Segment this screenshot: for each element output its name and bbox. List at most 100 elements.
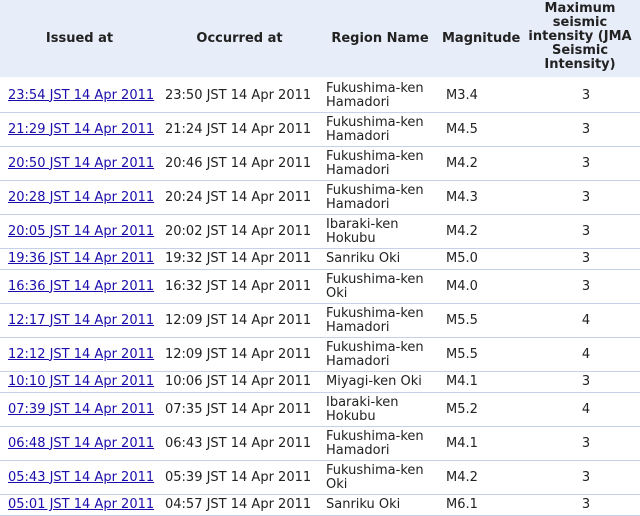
table-row: 20:28 JST 14 Apr 2011 20:24 JST 14 Apr 20… [0,180,640,215]
region-name-cell: Fukushima-ken Hamadori [320,303,440,338]
occurred-at-cell: 21:24 JST 14 Apr 2011 [159,112,320,147]
table-body: 23:54 JST 14 Apr 2011 23:50 JST 14 Apr 20… [0,78,640,516]
magnitude-cell: M4.3 [440,180,520,215]
table-row: 05:43 JST 14 Apr 2011 05:39 JST 14 Apr 20… [0,460,640,495]
magnitude-cell: M5.2 [440,392,520,427]
table-row: 23:54 JST 14 Apr 2011 23:50 JST 14 Apr 20… [0,78,640,113]
max-intensity-cell: 3 [520,269,640,304]
occurred-at-cell: 23:50 JST 14 Apr 2011 [159,78,320,113]
region-name-cell: Sanriku Oki [320,248,440,270]
region-name-cell: Fukushima-ken Oki [320,269,440,304]
region-name-cell: Miyagi-ken Oki [320,371,440,393]
occurred-at-cell: 12:09 JST 14 Apr 2011 [159,303,320,338]
region-name-cell: Fukushima-ken Hamadori [320,78,440,113]
occurred-at-cell: 16:32 JST 14 Apr 2011 [159,269,320,304]
occurred-at-cell: 20:02 JST 14 Apr 2011 [159,214,320,249]
region-name-cell: Fukushima-ken Hamadori [320,112,440,147]
max-intensity-cell: 3 [520,112,640,147]
header-issued-at: Issued at [0,0,159,79]
region-name-cell: Sanriku Oki [320,494,440,516]
table-row: 12:17 JST 14 Apr 2011 12:09 JST 14 Apr 20… [0,303,640,338]
magnitude-cell: M4.2 [440,146,520,181]
issued-at-link[interactable]: 16:36 JST 14 Apr 2011 [8,279,154,294]
occurred-at-cell: 05:39 JST 14 Apr 2011 [159,460,320,495]
issued-at-link[interactable]: 20:50 JST 14 Apr 2011 [8,156,154,171]
max-intensity-cell: 3 [520,214,640,249]
max-intensity-cell: 3 [520,426,640,461]
issued-at-cell: 16:36 JST 14 Apr 2011 [0,269,159,304]
magnitude-cell: M5.0 [440,248,520,270]
issued-at-cell: 23:54 JST 14 Apr 2011 [0,78,159,113]
table-header: Issued at Occurred at Region Name Magnit… [0,0,640,79]
issued-at-link[interactable]: 07:39 JST 14 Apr 2011 [8,402,154,417]
table-row: 20:05 JST 14 Apr 2011 20:02 JST 14 Apr 20… [0,214,640,249]
max-intensity-cell: 3 [520,78,640,113]
magnitude-cell: M4.1 [440,426,520,461]
occurred-at-cell: 20:46 JST 14 Apr 2011 [159,146,320,181]
region-name-cell: Fukushima-ken Hamadori [320,426,440,461]
header-max-intensity: Maximum seismic intensity (JMA Seismic I… [520,0,640,79]
region-name-cell: Fukushima-ken Hamadori [320,337,440,372]
max-intensity-cell: 3 [520,460,640,495]
issued-at-cell: 10:10 JST 14 Apr 2011 [0,371,159,393]
header-region-name: Region Name [320,0,440,79]
issued-at-link[interactable]: 12:17 JST 14 Apr 2011 [8,313,154,328]
issued-at-link[interactable]: 05:01 JST 14 Apr 2011 [8,497,154,512]
issued-at-cell: 05:43 JST 14 Apr 2011 [0,460,159,495]
magnitude-cell: M4.1 [440,371,520,393]
table-row: 05:01 JST 14 Apr 2011 04:57 JST 14 Apr 20… [0,494,640,516]
magnitude-cell: M4.2 [440,214,520,249]
header-occurred-at: Occurred at [159,0,320,79]
header-row: Issued at Occurred at Region Name Magnit… [0,0,640,79]
region-name-cell: Ibaraki-ken Hokubu [320,392,440,427]
occurred-at-cell: 07:35 JST 14 Apr 2011 [159,392,320,427]
max-intensity-cell: 3 [520,248,640,270]
max-intensity-cell: 3 [520,146,640,181]
magnitude-cell: M4.0 [440,269,520,304]
max-intensity-cell: 3 [520,180,640,215]
table-row: 19:36 JST 14 Apr 2011 19:32 JST 14 Apr 20… [0,248,640,270]
occurred-at-cell: 19:32 JST 14 Apr 2011 [159,248,320,270]
magnitude-cell: M3.4 [440,78,520,113]
earthquake-table: Issued at Occurred at Region Name Magnit… [0,0,640,516]
region-name-cell: Ibaraki-ken Hokubu [320,214,440,249]
table-row: 06:48 JST 14 Apr 2011 06:43 JST 14 Apr 20… [0,426,640,461]
occurred-at-cell: 06:43 JST 14 Apr 2011 [159,426,320,461]
issued-at-link[interactable]: 20:28 JST 14 Apr 2011 [8,190,154,205]
issued-at-cell: 06:48 JST 14 Apr 2011 [0,426,159,461]
region-name-cell: Fukushima-ken Hamadori [320,180,440,215]
occurred-at-cell: 10:06 JST 14 Apr 2011 [159,371,320,393]
occurred-at-cell: 20:24 JST 14 Apr 2011 [159,180,320,215]
issued-at-link[interactable]: 23:54 JST 14 Apr 2011 [8,88,154,103]
table-row: 16:36 JST 14 Apr 2011 16:32 JST 14 Apr 20… [0,269,640,304]
magnitude-cell: M4.2 [440,460,520,495]
max-intensity-cell: 3 [520,494,640,516]
header-magnitude: Magnitude [440,0,520,79]
table-row: 20:50 JST 14 Apr 2011 20:46 JST 14 Apr 20… [0,146,640,181]
issued-at-cell: 20:50 JST 14 Apr 2011 [0,146,159,181]
issued-at-cell: 05:01 JST 14 Apr 2011 [0,494,159,516]
issued-at-link[interactable]: 19:36 JST 14 Apr 2011 [8,251,154,266]
table-row: 21:29 JST 14 Apr 2011 21:24 JST 14 Apr 20… [0,112,640,147]
magnitude-cell: M5.5 [440,337,520,372]
table-row: 12:12 JST 14 Apr 2011 12:09 JST 14 Apr 20… [0,337,640,372]
issued-at-link[interactable]: 05:43 JST 14 Apr 2011 [8,470,154,485]
max-intensity-cell: 4 [520,303,640,338]
region-name-cell: Fukushima-ken Hamadori [320,146,440,181]
magnitude-cell: M5.5 [440,303,520,338]
issued-at-link[interactable]: 10:10 JST 14 Apr 2011 [8,374,154,389]
issued-at-link[interactable]: 12:12 JST 14 Apr 2011 [8,347,154,362]
max-intensity-cell: 4 [520,392,640,427]
issued-at-link[interactable]: 06:48 JST 14 Apr 2011 [8,436,154,451]
occurred-at-cell: 04:57 JST 14 Apr 2011 [159,494,320,516]
issued-at-cell: 19:36 JST 14 Apr 2011 [0,248,159,270]
table-row: 10:10 JST 14 Apr 2011 10:06 JST 14 Apr 20… [0,371,640,393]
issued-at-cell: 21:29 JST 14 Apr 2011 [0,112,159,147]
magnitude-cell: M6.1 [440,494,520,516]
issued-at-cell: 07:39 JST 14 Apr 2011 [0,392,159,427]
issued-at-link[interactable]: 21:29 JST 14 Apr 2011 [8,122,154,137]
magnitude-cell: M4.5 [440,112,520,147]
region-name-cell: Fukushima-ken Oki [320,460,440,495]
issued-at-link[interactable]: 20:05 JST 14 Apr 2011 [8,224,154,239]
occurred-at-cell: 12:09 JST 14 Apr 2011 [159,337,320,372]
